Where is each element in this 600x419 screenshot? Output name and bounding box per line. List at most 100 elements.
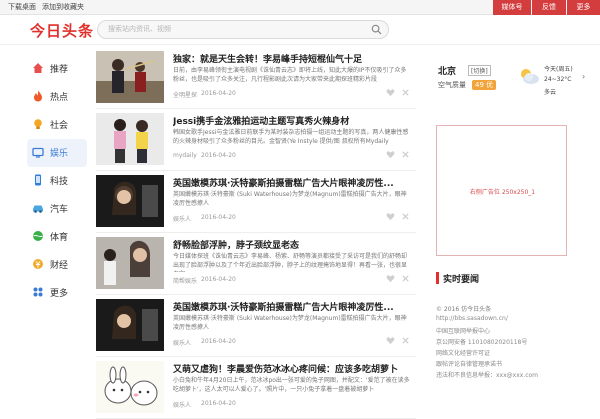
sidebar-item-society[interactable]: 社会 [27, 111, 87, 139]
article-summary: 今日媒体探班《诛仙青云志》李易峰、杨紫、舒畅等演员都接受了采访可是我们的舒畅却出… [173, 253, 408, 272]
article-thumbnail[interactable] [96, 51, 164, 103]
article-summary: 英国嫩模苏琪·沃特豪斯 (Suki Waterhouse)为梦龙(Magnum)… [173, 191, 407, 207]
article-title[interactable]: 舒畅脸部浮肿，脖子颈纹显老态 [173, 238, 413, 251]
air-quality-label: 空气质量 [438, 81, 466, 89]
sidebar-item-finance[interactable]: 财经 [27, 251, 87, 279]
heart-icon[interactable] [386, 336, 395, 345]
more-menu-button[interactable]: 更多 [567, 0, 600, 15]
media-account-button[interactable]: 媒体号 [493, 0, 531, 15]
feedback-button[interactable]: 反馈 [532, 0, 566, 15]
article-title[interactable]: Jessi携手金泫雅拍运动主题写真秀火辣身材 [173, 114, 413, 127]
channel-sidebar: 推荐 热点 社会 娱乐 科技 汽车 体育 财经 更多 [27, 55, 87, 307]
sidebar-item-entertainment[interactable]: 娱乐 [27, 139, 87, 167]
dislike-icon[interactable] [401, 212, 410, 221]
article-date: 2016-04-20 [201, 338, 236, 345]
article-source[interactable]: 全明星探 [173, 90, 197, 99]
sidebar-item-label: 娱乐 [50, 149, 69, 159]
article-date: 2016-04-20 [201, 276, 236, 283]
search-input[interactable]: 搜索站内资讯、视频 [108, 24, 171, 34]
weather-widget: 北京 [切换] 空气质量 49 优 今天(周五) 24~32°C 多云 › [436, 62, 585, 102]
sidebar-item-label: 社会 [50, 121, 69, 131]
partly-cloudy-icon [521, 69, 539, 84]
article-title[interactable]: 英国嫩模苏琪·沃特豪斯拍摄雷糕广告大片眼神凌厉性... [173, 176, 413, 189]
weather-condition: 多云 [544, 89, 557, 96]
article-title[interactable]: 又萌又虐狗！李晨爱伤范冰冰心疼问候：应该多吃胡萝卜 [173, 362, 413, 375]
article-date: 2016-04-20 [201, 152, 236, 159]
sidebar-item-sports[interactable]: 体育 [27, 223, 87, 251]
article-thumbnail[interactable] [96, 113, 164, 165]
heart-icon[interactable] [386, 150, 395, 159]
search-box[interactable]: 搜索站内资讯、视频 [97, 20, 389, 39]
sidebar-item-label: 科技 [50, 177, 69, 187]
sidebar-item-label: 财经 [50, 261, 69, 271]
top-bar: 下载桌面 添加到收藏夹 媒体号 反馈 更多 [0, 0, 600, 15]
sports-icon [33, 231, 43, 241]
article-summary: 日前，由李易峰领衔主演电视剧《诛仙青云志》即将上线，知此大爆的IP不仅吸引了众多… [173, 67, 407, 83]
article-thumbnail[interactable] [96, 237, 164, 289]
weather-city: 北京 [438, 67, 457, 77]
heart-icon[interactable] [386, 212, 395, 221]
add-favorite-link[interactable]: 添加到收藏夹 [42, 2, 84, 12]
search-icon[interactable] [371, 24, 382, 35]
tv-icon [32, 147, 44, 158]
sidebar-item-hot[interactable]: 热点 [27, 83, 87, 111]
ad-slot[interactable]: 右侧广告位 250x250_1 [436, 125, 567, 256]
footer-link[interactable]: 京公网安备 11010802020118号 [436, 337, 567, 348]
ad-slot-label: 右侧广告位 250x250_1 [469, 189, 536, 196]
article-date: 2016-04-20 [201, 214, 236, 221]
site-footer: © 2016 仿今日头条 http://bbs.sasadown.cn/ 中国互… [436, 304, 567, 381]
phone-icon [35, 174, 41, 186]
article-title[interactable]: 英国嫩模苏琪·沃特豪斯拍摄雷糕广告大片眼神凌厉性... [173, 300, 413, 313]
car-icon [33, 205, 43, 213]
article-source[interactable]: 娱乐人 [173, 400, 191, 409]
city-switch-button[interactable]: [切换] [468, 65, 491, 76]
footer-link[interactable]: 违法和不良信息举报：xxx@xxx.com [436, 370, 567, 381]
sidebar-item-recommend[interactable]: 推荐 [27, 55, 87, 83]
heart-icon[interactable] [386, 88, 395, 97]
chevron-right-icon[interactable]: › [582, 72, 585, 81]
sidebar-item-label: 推荐 [50, 65, 69, 75]
sidebar-item-auto[interactable]: 汽车 [27, 195, 87, 223]
list-item[interactable]: 英国嫩模苏琪·沃特豪斯拍摄雷糕广告大片眼神凌厉性... 英国嫩模苏琪·沃特豪斯 … [96, 171, 416, 233]
list-item[interactable]: 英国嫩模苏琪·沃特豪斯拍摄雷糕广告大片眼神凌厉性... 英国嫩模苏琪·沃特豪斯 … [96, 295, 416, 357]
footer-link[interactable]: http://bbs.sasadown.cn/ [436, 315, 567, 326]
news-feed: 独家：就是天生会转！李易峰手持短棍仙气十足 日前，由李易峰领衔主演电视剧《诛仙青… [96, 47, 416, 419]
sidebar-item-label: 热点 [50, 93, 69, 103]
footer-link[interactable]: 跟帖评论自律管理承诺书 [436, 359, 567, 370]
weather-temperature: 24~32°C [544, 76, 572, 83]
money-icon [33, 259, 43, 269]
list-item[interactable]: 独家：就是天生会转！李易峰手持短棍仙气十足 日前，由李易峰领衔主演电视剧《诛仙青… [96, 47, 416, 109]
article-source[interactable]: 简帮娱乐 [173, 276, 197, 285]
article-thumbnail[interactable] [96, 299, 164, 351]
air-quality-badge: 49 优 [472, 80, 497, 90]
article-thumbnail[interactable] [96, 175, 164, 227]
more-icon [33, 287, 43, 297]
sidebar-item-label: 更多 [50, 289, 69, 299]
article-thumbnail[interactable] [96, 361, 164, 413]
article-date: 2016-04-20 [201, 400, 236, 407]
sidebar-item-tech[interactable]: 科技 [27, 167, 87, 195]
footer-link[interactable]: 中国互联网举报中心 [436, 326, 567, 337]
article-summary: 英国嫩模苏琪·沃特豪斯 (Suki Waterhouse)为梦龙(Magnum)… [173, 315, 407, 331]
article-title[interactable]: 独家：就是天生会转！李易峰手持短棍仙气十足 [173, 52, 413, 65]
article-date: 2016-04-20 [201, 90, 236, 97]
weather-day: 今天(周五) [544, 66, 573, 73]
lightbulb-icon [34, 119, 42, 129]
article-source[interactable]: 娱乐人 [173, 338, 191, 347]
dislike-icon[interactable] [401, 150, 410, 159]
list-item[interactable]: 舒畅脸部浮肿，脖子颈纹显老态 今日媒体探班《诛仙青云志》李易峰、杨紫、舒畅等演员… [96, 233, 416, 295]
site-logo[interactable]: 今日头条 [30, 20, 94, 41]
dislike-icon[interactable] [401, 88, 410, 97]
article-source[interactable]: 娱乐人 [173, 214, 191, 223]
download-desktop-link[interactable]: 下载桌面 [8, 2, 36, 12]
dislike-icon[interactable] [401, 336, 410, 345]
article-source[interactable]: mydaily [173, 152, 197, 159]
footer-link[interactable]: 网络文化经营许可证 [436, 348, 567, 359]
heart-icon[interactable] [386, 274, 395, 283]
list-item[interactable]: Jessi携手金泫雅拍运动主题写真秀火辣身材 韩国女歌手Jessi与金泫雅日前联… [96, 109, 416, 171]
site-header: 今日头条 搜索站内资讯、视频 [0, 15, 600, 45]
dislike-icon[interactable] [401, 274, 410, 283]
sidebar-item-more[interactable]: 更多 [27, 279, 87, 307]
recommend-icon [33, 63, 43, 73]
list-item[interactable]: 又萌又虐狗！李晨爱伤范冰冰心疼问候：应该多吃胡萝卜 小白兔和牛年4月20日上午，… [96, 357, 416, 419]
